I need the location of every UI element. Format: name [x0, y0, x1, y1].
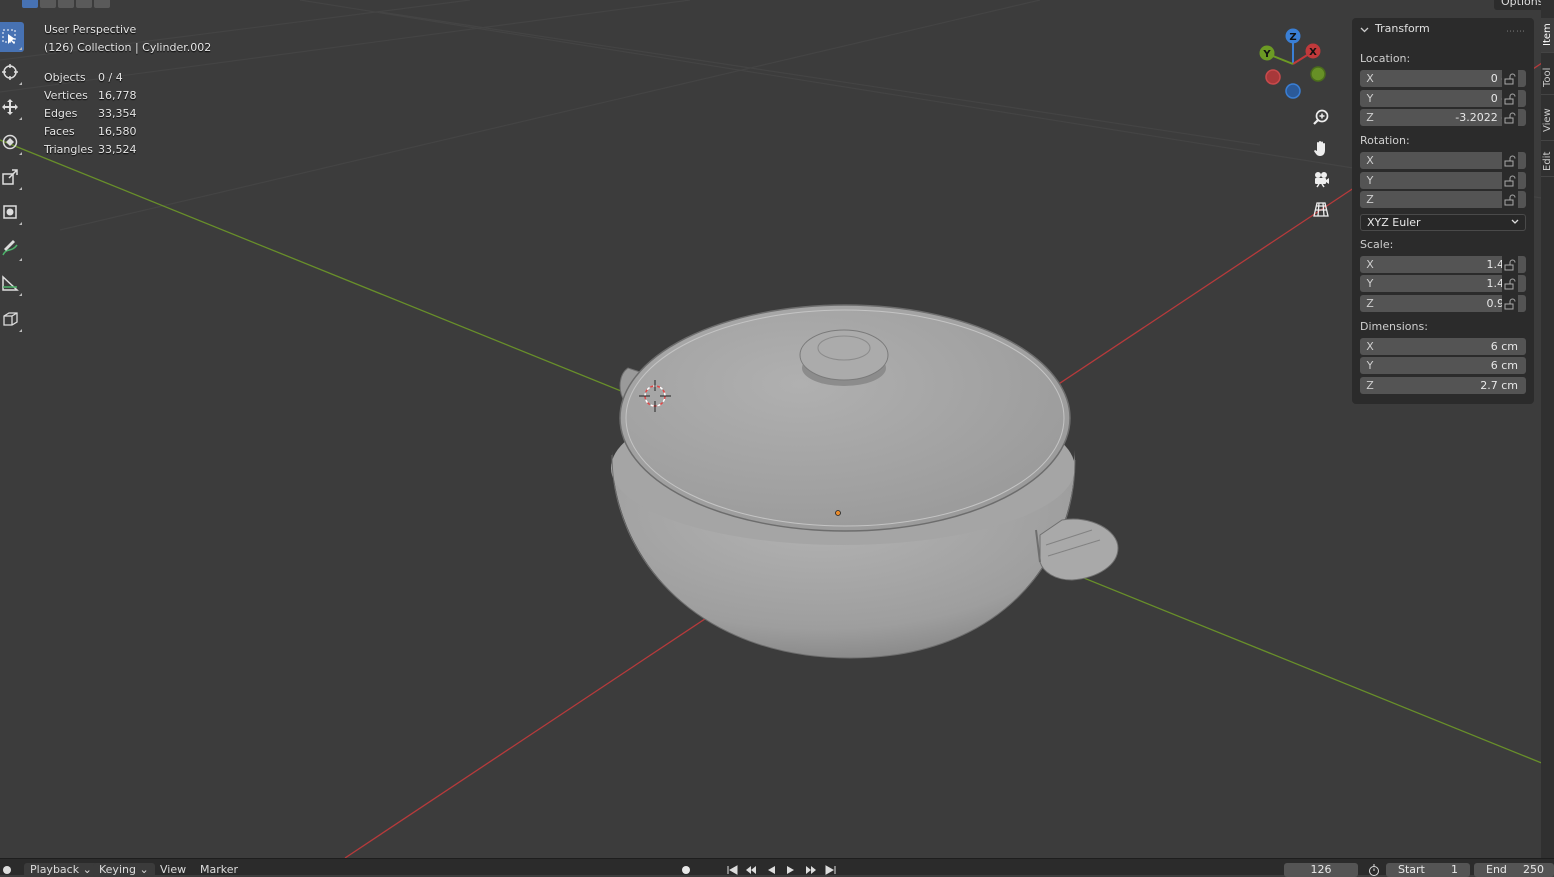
- scene-statistics: Objects 0 / 4 Vertices 16,778 Edges 33,354 …: [44, 70, 211, 158]
- collection-info: (126) Collection | Cylinder.002: [44, 41, 212, 54]
- end-frame-field[interactable]: End 250: [1474, 863, 1554, 877]
- timeline-header: Playback ⌄ Keying ⌄ View Marker 126 Star…: [0, 858, 1554, 877]
- tab-view[interactable]: View: [1541, 100, 1554, 141]
- keying-menu[interactable]: Keying ⌄: [93, 863, 155, 877]
- lock-icon[interactable]: [1502, 295, 1518, 312]
- dimensions-y-field[interactable]: Y6 cm: [1360, 357, 1526, 374]
- stat-label: Faces: [44, 125, 75, 138]
- play-icon[interactable]: [783, 863, 799, 877]
- prev-keyframe-icon[interactable]: [743, 863, 759, 877]
- stat-value: 33,524: [98, 143, 137, 156]
- play-reverse-icon[interactable]: [763, 863, 779, 877]
- next-keyframe-icon[interactable]: [803, 863, 819, 877]
- gizmo-neg-x: [1265, 69, 1281, 85]
- tool-shelf: [0, 22, 26, 339]
- stat-value: 16,580: [98, 125, 137, 138]
- stat-label: Vertices: [44, 89, 88, 102]
- grid-ortho-icon[interactable]: [1309, 197, 1333, 221]
- jump-start-icon[interactable]: [724, 863, 740, 877]
- scale-label: Scale:: [1360, 238, 1394, 251]
- move-icon[interactable]: [0, 92, 24, 122]
- svg-text:Y: Y: [1262, 49, 1271, 60]
- object-origin-dot: [835, 510, 841, 516]
- select-extend-icon[interactable]: [40, 0, 56, 8]
- jump-end-icon[interactable]: [823, 863, 839, 877]
- annotate-icon[interactable]: [0, 233, 24, 263]
- selection-mode-strip[interactable]: [22, 0, 110, 8]
- camera-icon[interactable]: [1309, 167, 1333, 191]
- current-frame-field[interactable]: 126: [1284, 863, 1358, 877]
- rotation-label: Rotation:: [1360, 134, 1410, 147]
- lock-icon[interactable]: [1502, 109, 1518, 126]
- zoom-icon[interactable]: [1309, 106, 1333, 130]
- transform-header[interactable]: Transform ⋯⋯: [1352, 18, 1534, 40]
- options-label: Options: [1501, 0, 1544, 8]
- lock-icon[interactable]: [1502, 191, 1518, 208]
- marker-menu[interactable]: Marker: [200, 863, 238, 877]
- record-icon[interactable]: [678, 863, 694, 877]
- rotate-icon[interactable]: [0, 127, 24, 157]
- gizmo-neg-z: [1285, 83, 1301, 99]
- drag-grip-icon[interactable]: ⋯⋯: [1506, 21, 1526, 43]
- svg-text:X: X: [1309, 47, 1317, 58]
- lock-icon[interactable]: [1502, 172, 1518, 189]
- lock-icon[interactable]: [1502, 70, 1518, 87]
- stat-value: 16,778: [98, 89, 137, 102]
- pan-hand-icon[interactable]: [1309, 136, 1333, 160]
- lock-icon[interactable]: [1502, 275, 1518, 292]
- tab-item[interactable]: Item: [1541, 18, 1554, 53]
- stat-label: Edges: [44, 107, 78, 120]
- add-cube-icon[interactable]: [0, 304, 24, 334]
- viewport-info: User Perspective (126) Collection | Cyli…: [44, 22, 211, 158]
- lock-icon[interactable]: [1502, 90, 1518, 107]
- svg-text:Z: Z: [1289, 32, 1296, 43]
- stat-label: Triangles: [44, 143, 93, 156]
- lock-icon[interactable]: [1502, 152, 1518, 169]
- rotation-mode-select[interactable]: XYZ Euler: [1360, 214, 1526, 231]
- lock-icon[interactable]: [1502, 256, 1518, 273]
- stopwatch-icon[interactable]: [1366, 863, 1382, 877]
- dimensions-label: Dimensions:: [1360, 320, 1428, 333]
- scale-icon[interactable]: [0, 162, 24, 192]
- stat-label: Objects: [44, 71, 86, 84]
- select-box-icon[interactable]: [0, 22, 24, 52]
- measure-icon[interactable]: [0, 268, 24, 298]
- stat-value: 33,354: [98, 107, 137, 120]
- transform-panel: Transform ⋯⋯ Location: X0 cm Y0 cm Z-3.2…: [1352, 18, 1534, 404]
- playback-menu[interactable]: Playback ⌄: [24, 863, 98, 877]
- 3d-viewport[interactable]: User Perspective (126) Collection | Cyli…: [0, 0, 1554, 858]
- sidebar-tabs: Item Tool View Edit: [1541, 0, 1554, 858]
- pot-mesh: [611, 304, 1119, 659]
- transform-title: Transform: [1375, 22, 1430, 35]
- select-subtract-icon[interactable]: [58, 0, 74, 8]
- gizmo-neg-y: [1310, 66, 1326, 82]
- dimensions-z-field[interactable]: Z 2.7 cm: [1360, 377, 1526, 394]
- cursor-icon[interactable]: [0, 57, 24, 87]
- start-frame-field[interactable]: Start 1: [1386, 863, 1470, 877]
- chevron-down-icon: [1360, 27, 1369, 32]
- select-invert-icon[interactable]: [76, 0, 92, 8]
- tab-edit[interactable]: Edit: [1541, 146, 1554, 177]
- editor-type-icon[interactable]: [0, 863, 16, 877]
- select-new-icon[interactable]: [22, 0, 38, 8]
- stat-value: 0 / 4: [98, 71, 123, 84]
- view-name: User Perspective: [44, 23, 137, 36]
- navigation-gizmo[interactable]: Z X Y: [1256, 26, 1332, 102]
- transform-icon[interactable]: [0, 197, 24, 227]
- select-intersect-icon[interactable]: [94, 0, 110, 8]
- view-menu[interactable]: View: [160, 863, 186, 877]
- location-label: Location:: [1360, 52, 1411, 65]
- dimensions-x-field[interactable]: X6 cm: [1360, 338, 1526, 355]
- tab-tool[interactable]: Tool: [1541, 60, 1554, 95]
- chevron-down-icon: [1511, 219, 1519, 224]
